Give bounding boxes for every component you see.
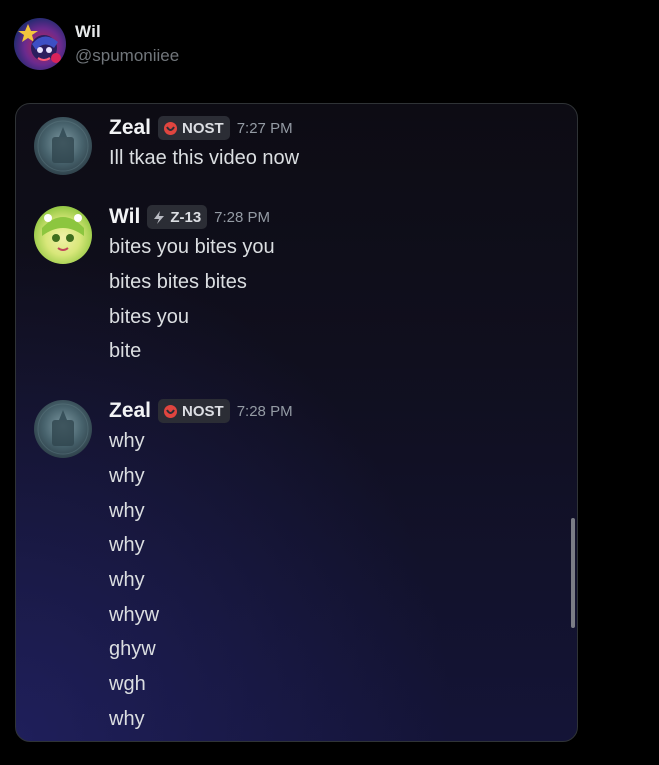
message-timestamp: 7:28 PM xyxy=(214,208,271,226)
message-line: why xyxy=(109,534,145,556)
message-line: why xyxy=(109,500,145,522)
message-line: bites you bites you xyxy=(109,236,275,258)
zeal-avatar-icon xyxy=(37,403,89,455)
message-timestamp: 7:27 PM xyxy=(236,119,293,137)
user-tag: NOST xyxy=(158,399,230,423)
user-tag: NOST xyxy=(158,116,230,140)
author-name[interactable]: Wil xyxy=(75,22,101,42)
message-line: why xyxy=(109,708,145,730)
red-circle-icon xyxy=(164,404,178,418)
message-line: bites you xyxy=(109,306,190,328)
red-circle-icon xyxy=(164,121,178,135)
avatar-illustration-icon xyxy=(18,24,61,63)
message-line: why xyxy=(109,569,145,591)
author-avatar[interactable] xyxy=(14,18,66,70)
message-timestamp: 7:28 PM xyxy=(236,402,293,420)
chat-screenshot-card[interactable]: Zeal NOST 7:27 PM Ill tkae this video no… xyxy=(15,103,578,742)
message-header: Zeal NOST 7:28 PM xyxy=(109,398,293,424)
message-header: Zeal NOST 7:27 PM xyxy=(109,115,293,141)
message-line: why xyxy=(109,465,145,487)
zeal-avatar[interactable] xyxy=(34,400,92,458)
message-line: bite xyxy=(109,340,142,362)
tag-label: NOST xyxy=(182,402,224,420)
message-line: whyw xyxy=(109,604,160,626)
tag-label: Z-13 xyxy=(170,208,202,226)
message-line: Ill tkae this video now xyxy=(109,147,300,169)
message-header: Wil Z-13 7:28 PM xyxy=(109,204,270,230)
zeal-avatar-icon xyxy=(37,120,89,172)
message-line: bites bites bites xyxy=(109,271,247,293)
author-handle[interactable]: @spumoniiee xyxy=(75,46,179,66)
zeal-avatar[interactable] xyxy=(34,117,92,175)
message-username[interactable]: Wil xyxy=(109,205,140,229)
lightning-icon xyxy=(154,210,165,224)
tag-label: NOST xyxy=(182,119,224,137)
wil-avatar[interactable] xyxy=(34,206,92,264)
chat-scrollbar[interactable] xyxy=(571,518,575,628)
message-username[interactable]: Zeal xyxy=(109,116,151,140)
message-line: ghyw xyxy=(109,638,156,660)
message-username[interactable]: Zeal xyxy=(109,399,151,423)
post-header: Wil @spumoniiee xyxy=(14,18,634,72)
user-tag: Z-13 xyxy=(147,205,208,229)
message-line: wgh xyxy=(109,673,146,695)
wil-avatar-icon xyxy=(42,214,84,251)
message-line: why xyxy=(109,430,145,452)
